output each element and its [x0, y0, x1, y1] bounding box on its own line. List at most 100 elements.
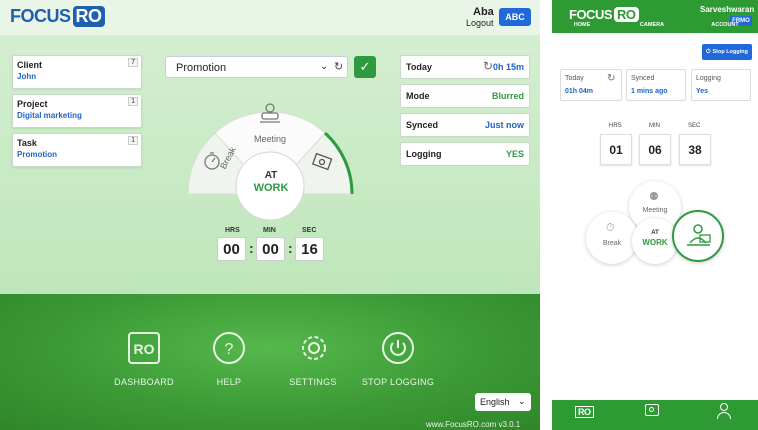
- mobile-status-circle[interactable]: AT WORK: [632, 218, 678, 264]
- stat-mode: Mode Blurred: [400, 84, 530, 108]
- timer-colon: :: [249, 240, 254, 256]
- mobile-break-label: Break: [602, 240, 622, 247]
- timer-hrs: 00: [217, 237, 246, 261]
- mobile-today-value: 01h 04m: [565, 88, 594, 95]
- ro-logo-icon[interactable]: RO: [575, 406, 594, 418]
- nav-settings[interactable]: SETTINGS: [282, 377, 344, 387]
- client-value: John: [17, 72, 37, 81]
- status-work: WORK: [253, 182, 289, 194]
- mobile-hrs-label: HRS: [609, 123, 622, 129]
- mobile-min-label: MIN: [649, 123, 660, 129]
- ro-logo-icon[interactable]: RO: [127, 331, 161, 365]
- mobile-work-button[interactable]: [672, 210, 724, 262]
- mobile-timer-hrs: 01: [600, 134, 632, 165]
- mobile-status-work: WORK: [642, 238, 668, 247]
- stat-logging-label: Logging: [406, 149, 442, 159]
- focusro-logo: FOCUS RO: [569, 7, 639, 22]
- mobile-meeting-label: Meeting: [642, 207, 668, 214]
- project-count-badge: 1: [128, 97, 138, 106]
- stat-today-value: 0h 15m: [492, 62, 524, 72]
- svg-text:RO: RO: [134, 341, 155, 357]
- task-count-badge: 1: [128, 136, 138, 145]
- activity-select[interactable]: Promotion ⌄ ↻: [165, 56, 348, 78]
- mobile-card-today: Today 01h 04m ↻: [560, 69, 622, 101]
- confirm-button[interactable]: ✓: [354, 56, 376, 78]
- mobile-app: FOCUS RO Sarveshwaran FRMO ⏻ Stop Logging …: [552, 0, 758, 430]
- camera-icon[interactable]: [645, 404, 659, 416]
- task-label: Task: [17, 138, 37, 148]
- mobile-card-synced: Synced 1 mins ago: [626, 69, 686, 101]
- timer-sec: 16: [295, 237, 324, 261]
- mobile-synced-label: Synced: [631, 75, 655, 82]
- stopwatch-icon: ⏱: [606, 222, 615, 234]
- chevron-down-icon[interactable]: ⌄: [320, 61, 328, 72]
- logout-link[interactable]: Logout: [466, 18, 494, 28]
- desktop-bottom-bar: [0, 294, 540, 430]
- mobile-nav-account[interactable]: ACCOUNT: [703, 22, 747, 28]
- stat-logging-value: YES: [505, 149, 524, 159]
- nav-dashboard[interactable]: DASHBOARD: [104, 377, 184, 387]
- status-at: AT: [264, 170, 278, 181]
- mobile-nav-home[interactable]: HOME: [562, 22, 602, 28]
- client-card[interactable]: Client John 7: [12, 55, 142, 89]
- mobile-break-button[interactable]: ⏱ Break: [586, 212, 638, 264]
- activity-select-value: Promotion: [176, 62, 227, 74]
- mode-wheel: [187, 103, 354, 221]
- stat-logging: Logging YES: [400, 142, 530, 166]
- check-icon: ✓: [359, 59, 371, 74]
- meeting-icon: ⚉: [649, 191, 659, 203]
- svg-text:?: ?: [225, 341, 234, 358]
- mobile-user-name: Sarveshwaran: [700, 5, 755, 14]
- footer-website: www.FocusRO.com v3.0.1: [426, 420, 521, 429]
- timer-colon: :: [288, 240, 293, 256]
- timer-sec-label: SEC: [302, 227, 317, 234]
- project-card[interactable]: Project Digital marketing 1: [12, 94, 142, 128]
- mobile-timer-min: 06: [639, 134, 671, 165]
- mobile-timer-sec: 38: [679, 134, 711, 165]
- client-count-badge: 7: [128, 58, 138, 67]
- nav-help[interactable]: HELP: [199, 377, 259, 387]
- mobile-today-label: Today: [565, 75, 584, 82]
- meeting-label: Meeting: [254, 134, 287, 144]
- focusro-logo: FOCUS RO: [10, 6, 105, 27]
- mobile-card-logging: Logging Yes: [691, 69, 751, 101]
- project-value: Digital marketing: [17, 111, 82, 120]
- mobile-synced-value: 1 mins ago: [631, 88, 668, 95]
- task-value: Promotion: [17, 150, 57, 159]
- task-card[interactable]: Task Promotion 1: [12, 133, 142, 167]
- stat-synced-label: Synced: [406, 120, 439, 130]
- language-select[interactable]: English ⌄: [475, 393, 531, 411]
- power-icon[interactable]: [381, 331, 415, 365]
- chevron-down-icon: ⌄: [518, 396, 526, 406]
- stat-mode-label: Mode: [406, 91, 430, 101]
- refresh-icon[interactable]: ↻: [483, 59, 493, 73]
- mobile-sec-label: SEC: [688, 123, 701, 129]
- stat-synced: Synced Just now: [400, 113, 530, 137]
- stop-logging-button[interactable]: ⏻ Stop Logging: [702, 44, 752, 60]
- timer-hrs-label: HRS: [225, 227, 240, 234]
- nav-stop-logging[interactable]: STOP LOGGING: [356, 377, 440, 387]
- stat-today: Today ↻ 0h 15m: [400, 55, 530, 79]
- mobile-logging-value: Yes: [696, 88, 709, 95]
- worker-at-desk-icon: [687, 224, 711, 246]
- client-label: Client: [17, 60, 43, 70]
- meeting-icon: [260, 103, 280, 123]
- timer-min-label: MIN: [263, 227, 276, 234]
- refresh-icon[interactable]: ↻: [607, 73, 615, 84]
- user-name: Aba: [473, 6, 494, 18]
- stat-mode-value: Blurred: [491, 91, 524, 101]
- desktop-app: FOCUS RO Aba Logout ABC Client John 7 Pro…: [0, 0, 540, 430]
- account-button[interactable]: ABC: [499, 8, 531, 26]
- gear-icon[interactable]: [297, 331, 331, 365]
- stat-synced-value: Just now: [484, 120, 524, 130]
- screenshot: FOCUS RO Aba Logout ABC Client John 7 Pro…: [0, 0, 758, 430]
- power-icon: ⏻: [706, 48, 711, 55]
- language-value: English: [480, 397, 510, 407]
- mobile-nav-camera[interactable]: CAMERA: [632, 22, 672, 28]
- project-label: Project: [17, 99, 48, 109]
- refresh-icon[interactable]: ↻: [334, 60, 343, 73]
- question-icon[interactable]: ?: [212, 331, 246, 365]
- user-icon[interactable]: [717, 403, 731, 419]
- mobile-logging-label: Logging: [696, 75, 721, 82]
- stat-today-label: Today: [406, 62, 432, 72]
